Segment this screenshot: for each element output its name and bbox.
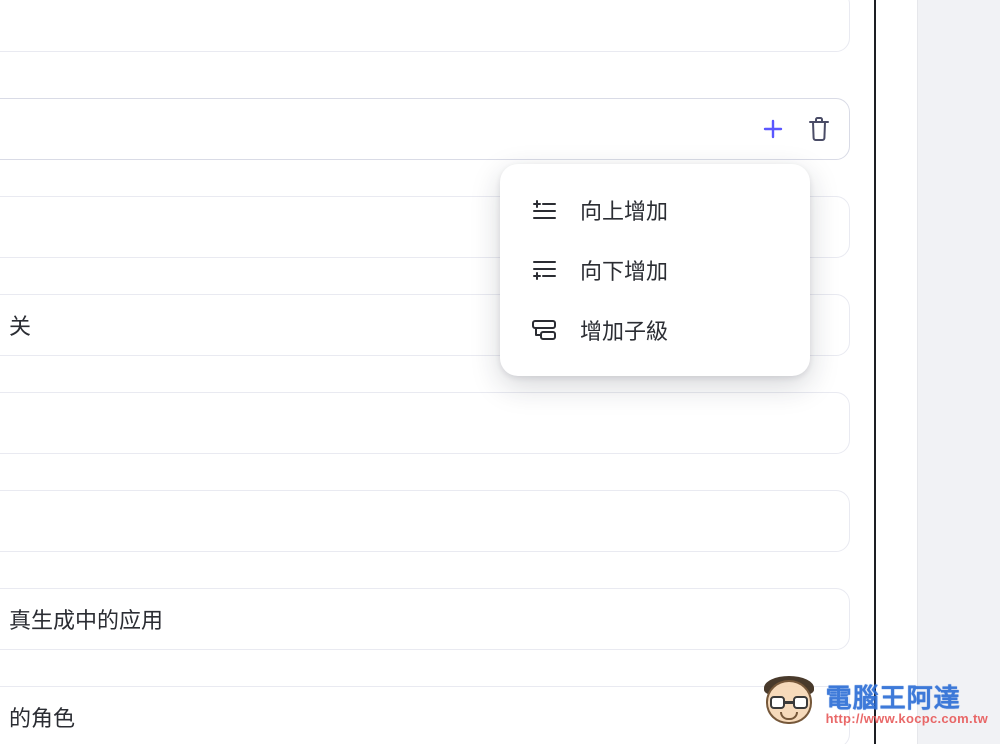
row-actions — [759, 115, 833, 143]
page-gutter-inner — [878, 0, 918, 744]
page-gutter — [878, 0, 1000, 744]
list-item-label: 真生成中的应用 — [9, 603, 163, 635]
content-frame: 关 真生成中的应用 的角色 向上增加 — [0, 0, 876, 744]
add-below-icon — [530, 257, 558, 283]
list-item-label: 的角色 — [9, 701, 75, 733]
add-menu-popup: 向上增加 向下增加 增加子級 — [500, 164, 810, 376]
list-item[interactable] — [0, 0, 850, 52]
list-item[interactable] — [0, 490, 850, 552]
add-child-icon — [530, 317, 558, 343]
delete-button[interactable] — [805, 115, 833, 143]
list-item-label: 关 — [9, 309, 31, 341]
menu-item-label: 增加子級 — [580, 314, 668, 346]
plus-icon — [761, 117, 785, 141]
list-item[interactable]: 真生成中的应用 — [0, 588, 850, 650]
add-above-icon — [530, 197, 558, 223]
trash-icon — [807, 116, 831, 142]
menu-item-add-child[interactable]: 增加子級 — [500, 300, 810, 360]
menu-item-label: 向下增加 — [580, 254, 668, 286]
list-item[interactable] — [0, 392, 850, 454]
menu-item-add-above[interactable]: 向上增加 — [500, 180, 810, 240]
list-item[interactable]: 的角色 — [0, 686, 850, 744]
list-item-active[interactable] — [0, 98, 850, 160]
menu-item-add-below[interactable]: 向下增加 — [500, 240, 810, 300]
add-button[interactable] — [759, 115, 787, 143]
menu-item-label: 向上增加 — [580, 194, 668, 226]
